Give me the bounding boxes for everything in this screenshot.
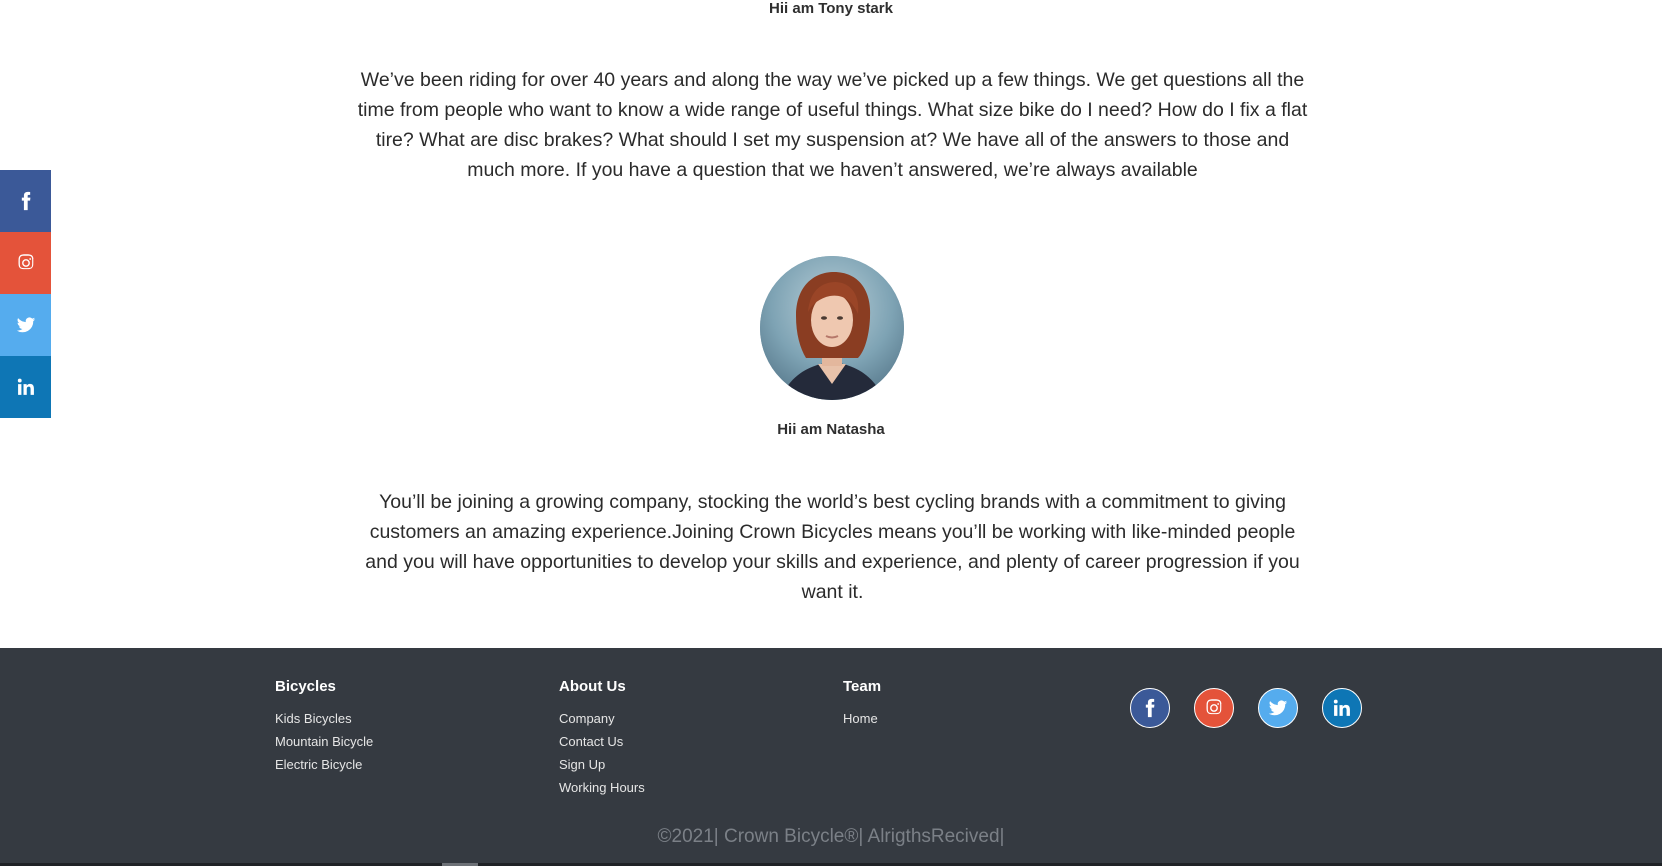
footer-column-title: Bicycles xyxy=(275,678,336,695)
testimonial-text: We’ve been riding for over 40 years and … xyxy=(357,69,1308,181)
footer-column-bicycles: Bicycles Kids Bicycles Mountain Bicycle … xyxy=(275,678,373,776)
footer-column-title: About Us xyxy=(559,678,626,695)
footer-column-about-us: About Us Company Contact Us Sign Up Work… xyxy=(559,678,645,799)
footer-link-electric-bicycle[interactable]: Electric Bicycle xyxy=(275,753,373,776)
testimonial-name: Hii am Natasha xyxy=(777,421,885,438)
footer-link-working-hours[interactable]: Working Hours xyxy=(559,776,645,799)
copyright-text: ©2021| Crown Bicycle®| AlrigthsRecived| xyxy=(657,826,1005,847)
footer-link-kids-bicycles[interactable]: Kids Bicycles xyxy=(275,707,373,730)
instagram-icon xyxy=(1206,699,1222,715)
testimonial-name: Hii am Tony stark xyxy=(769,0,893,17)
testimonials-section: Hii am Tony stark We’ve been riding for … xyxy=(0,0,1662,648)
avatar xyxy=(760,256,904,400)
footer-linkedin-button[interactable] xyxy=(1322,688,1362,728)
twitter-icon xyxy=(1268,700,1288,716)
footer-facebook-button[interactable] xyxy=(1130,688,1170,728)
footer-link-home[interactable]: Home xyxy=(843,707,881,730)
portrait-image xyxy=(760,256,904,400)
linkedin-icon xyxy=(1333,699,1350,716)
footer-link-sign-up[interactable]: Sign Up xyxy=(559,753,645,776)
footer-twitter-button[interactable] xyxy=(1258,688,1298,728)
footer-column-team: Team Home xyxy=(843,678,881,730)
footer-link-contact-us[interactable]: Contact Us xyxy=(559,730,645,753)
footer-link-mountain-bicycle[interactable]: Mountain Bicycle xyxy=(275,730,373,753)
testimonial-text: You’ll be joining a growing company, sto… xyxy=(365,491,1300,603)
footer-social-links xyxy=(1130,688,1362,728)
footer: Bicycles Kids Bicycles Mountain Bicycle … xyxy=(0,648,1662,866)
footer-instagram-button[interactable] xyxy=(1194,688,1234,728)
facebook-icon xyxy=(1145,698,1155,718)
footer-link-company[interactable]: Company xyxy=(559,707,645,730)
footer-column-title: Team xyxy=(843,678,882,695)
